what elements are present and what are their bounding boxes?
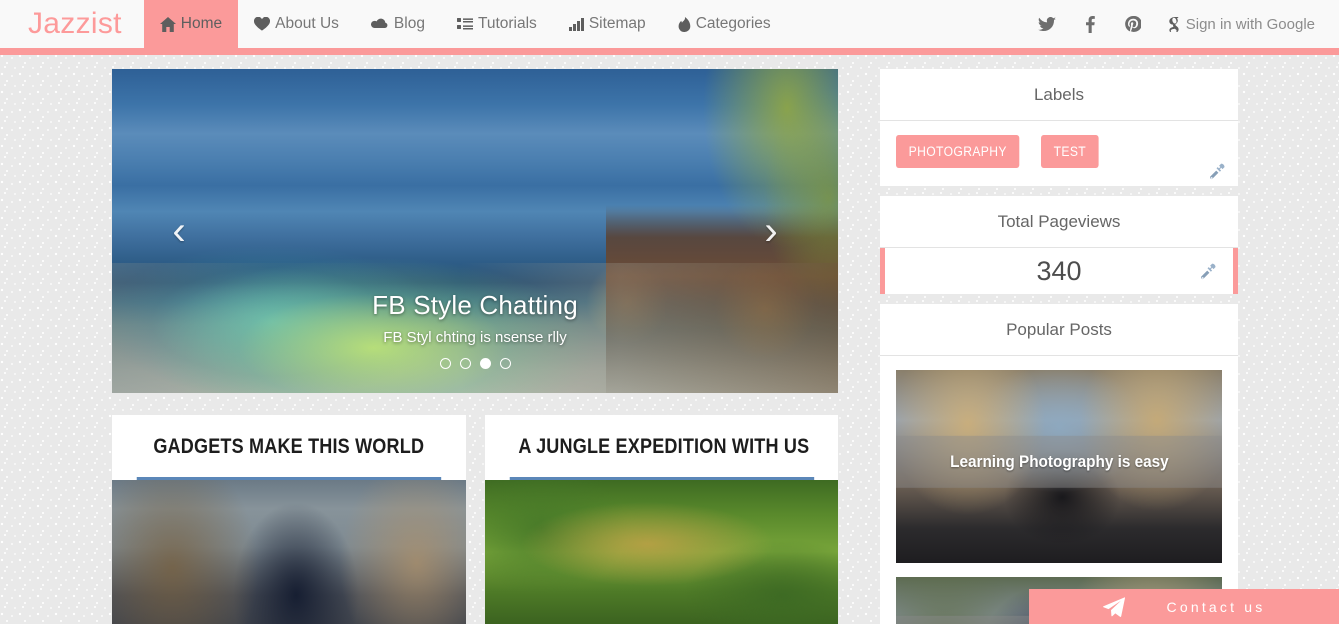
sidebar-column: Labels PHOTOGRAPHY TEST Total Pageviews [880, 69, 1238, 624]
popular-posts-widget-title: Popular Posts [880, 304, 1238, 356]
fire-icon [678, 16, 691, 32]
site-brand[interactable]: Jazzist [0, 0, 144, 48]
heart-icon [254, 17, 271, 31]
popular-post-title: Learning Photography is easy [949, 451, 1169, 471]
post-thumbnail [112, 480, 466, 624]
label-badge[interactable]: PHOTOGRAPHY [896, 135, 1020, 168]
sign-in-with-google-button[interactable]: Sign in with Google [1155, 16, 1321, 33]
popular-posts-widget: Popular Posts Learning Photography is ea… [880, 304, 1238, 624]
carousel-subtitle: FB Styl chting is nsense rlly [383, 329, 567, 346]
post-grid: GADGETS MAKE THIS WORLD A JUNGLE EXPEDIT… [112, 415, 838, 624]
carousel-prev-arrow[interactable]: ‹ [156, 208, 202, 254]
post-card[interactable]: GADGETS MAKE THIS WORLD [112, 415, 466, 624]
nav-label: Categories [695, 15, 771, 32]
nav-label: Blog [393, 15, 425, 32]
carousel-indicators [112, 358, 838, 369]
pageviews-widget-body: 340 [880, 248, 1238, 294]
nav-item-home[interactable]: Home [143, 0, 239, 48]
top-navbar: Jazzist Home About Us Blog Tutorials Sit… [0, 0, 1339, 55]
nav-label: Tutorials [477, 15, 537, 32]
nav-item-about-us[interactable]: About Us [238, 0, 355, 48]
main-navigation: Home About Us Blog Tutorials Sitemap Cat… [143, 0, 787, 48]
carousel-dot-1[interactable] [439, 358, 451, 369]
carousel-dot-4[interactable] [499, 358, 511, 369]
post-title: GADGETS MAKE THIS WORLD [136, 415, 441, 480]
nav-item-sitemap[interactable]: Sitemap [553, 0, 662, 48]
cloud-icon [370, 18, 389, 30]
popular-post-caption: Learning Photography is easy [896, 435, 1222, 488]
nav-item-categories[interactable]: Categories [662, 0, 787, 48]
nav-label: About Us [275, 15, 339, 32]
google-icon [1167, 16, 1179, 32]
carousel-dot-2[interactable] [459, 358, 471, 369]
carousel-title: FB Style Chatting [372, 290, 578, 320]
pageviews-count: 340 [1036, 255, 1082, 286]
label-badge[interactable]: TEST [1041, 135, 1099, 168]
labels-widget: Labels PHOTOGRAPHY TEST [880, 69, 1238, 186]
paper-plane-icon [1102, 596, 1125, 617]
featured-carousel[interactable]: ‹ › FB Style Chatting FB Styl chting is … [112, 69, 838, 393]
nav-item-blog[interactable]: Blog [355, 0, 441, 48]
contact-us-label: Contact us [1166, 598, 1266, 615]
page-body: ‹ › FB Style Chatting FB Styl chting is … [0, 55, 1339, 624]
post-title: A JUNGLE EXPEDITION WITH US [509, 415, 814, 480]
labels-widget-title: Labels [880, 69, 1238, 121]
bar-chart-icon [568, 17, 584, 31]
carousel-dot-3[interactable] [479, 358, 491, 369]
google-signin-label: Sign in with Google [1185, 15, 1315, 33]
list-icon [456, 17, 473, 31]
facebook-icon[interactable] [1069, 0, 1112, 52]
pageviews-widget: Total Pageviews 340 [880, 196, 1238, 294]
edit-widget-icon[interactable] [1208, 162, 1228, 182]
twitter-icon[interactable] [1026, 0, 1069, 52]
nav-label: Sitemap [588, 15, 646, 32]
carousel-caption: FB Style Chatting FB Styl chting is nsen… [112, 290, 838, 369]
label-list: PHOTOGRAPHY TEST [896, 135, 1222, 168]
nav-item-tutorials[interactable]: Tutorials [441, 0, 553, 48]
popular-posts-list: Learning Photography is easy Gadget [880, 356, 1238, 624]
post-thumbnail [484, 480, 838, 624]
edit-widget-icon[interactable] [1199, 262, 1219, 282]
home-icon [159, 16, 176, 32]
main-content-column: ‹ › FB Style Chatting FB Styl chting is … [112, 69, 838, 624]
carousel-next-arrow[interactable]: › [748, 208, 794, 254]
contact-us-bar[interactable]: Contact us [1029, 589, 1339, 624]
pageviews-widget-title: Total Pageviews [880, 196, 1238, 248]
pinterest-icon[interactable] [1112, 0, 1155, 52]
post-card[interactable]: A JUNGLE EXPEDITION WITH US [484, 415, 838, 624]
navbar-right-group: Sign in with Google [1026, 0, 1339, 48]
labels-widget-body: PHOTOGRAPHY TEST [880, 121, 1238, 186]
nav-label: Home [180, 15, 223, 32]
popular-post-item[interactable]: Learning Photography is easy [896, 370, 1222, 563]
